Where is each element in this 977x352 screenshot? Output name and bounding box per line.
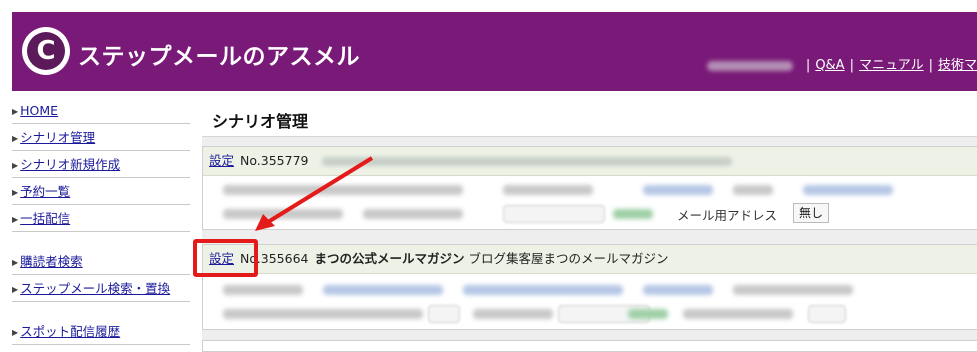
annotation-highlight-box: [193, 239, 258, 277]
annotation-arrow-icon: [255, 156, 374, 231]
